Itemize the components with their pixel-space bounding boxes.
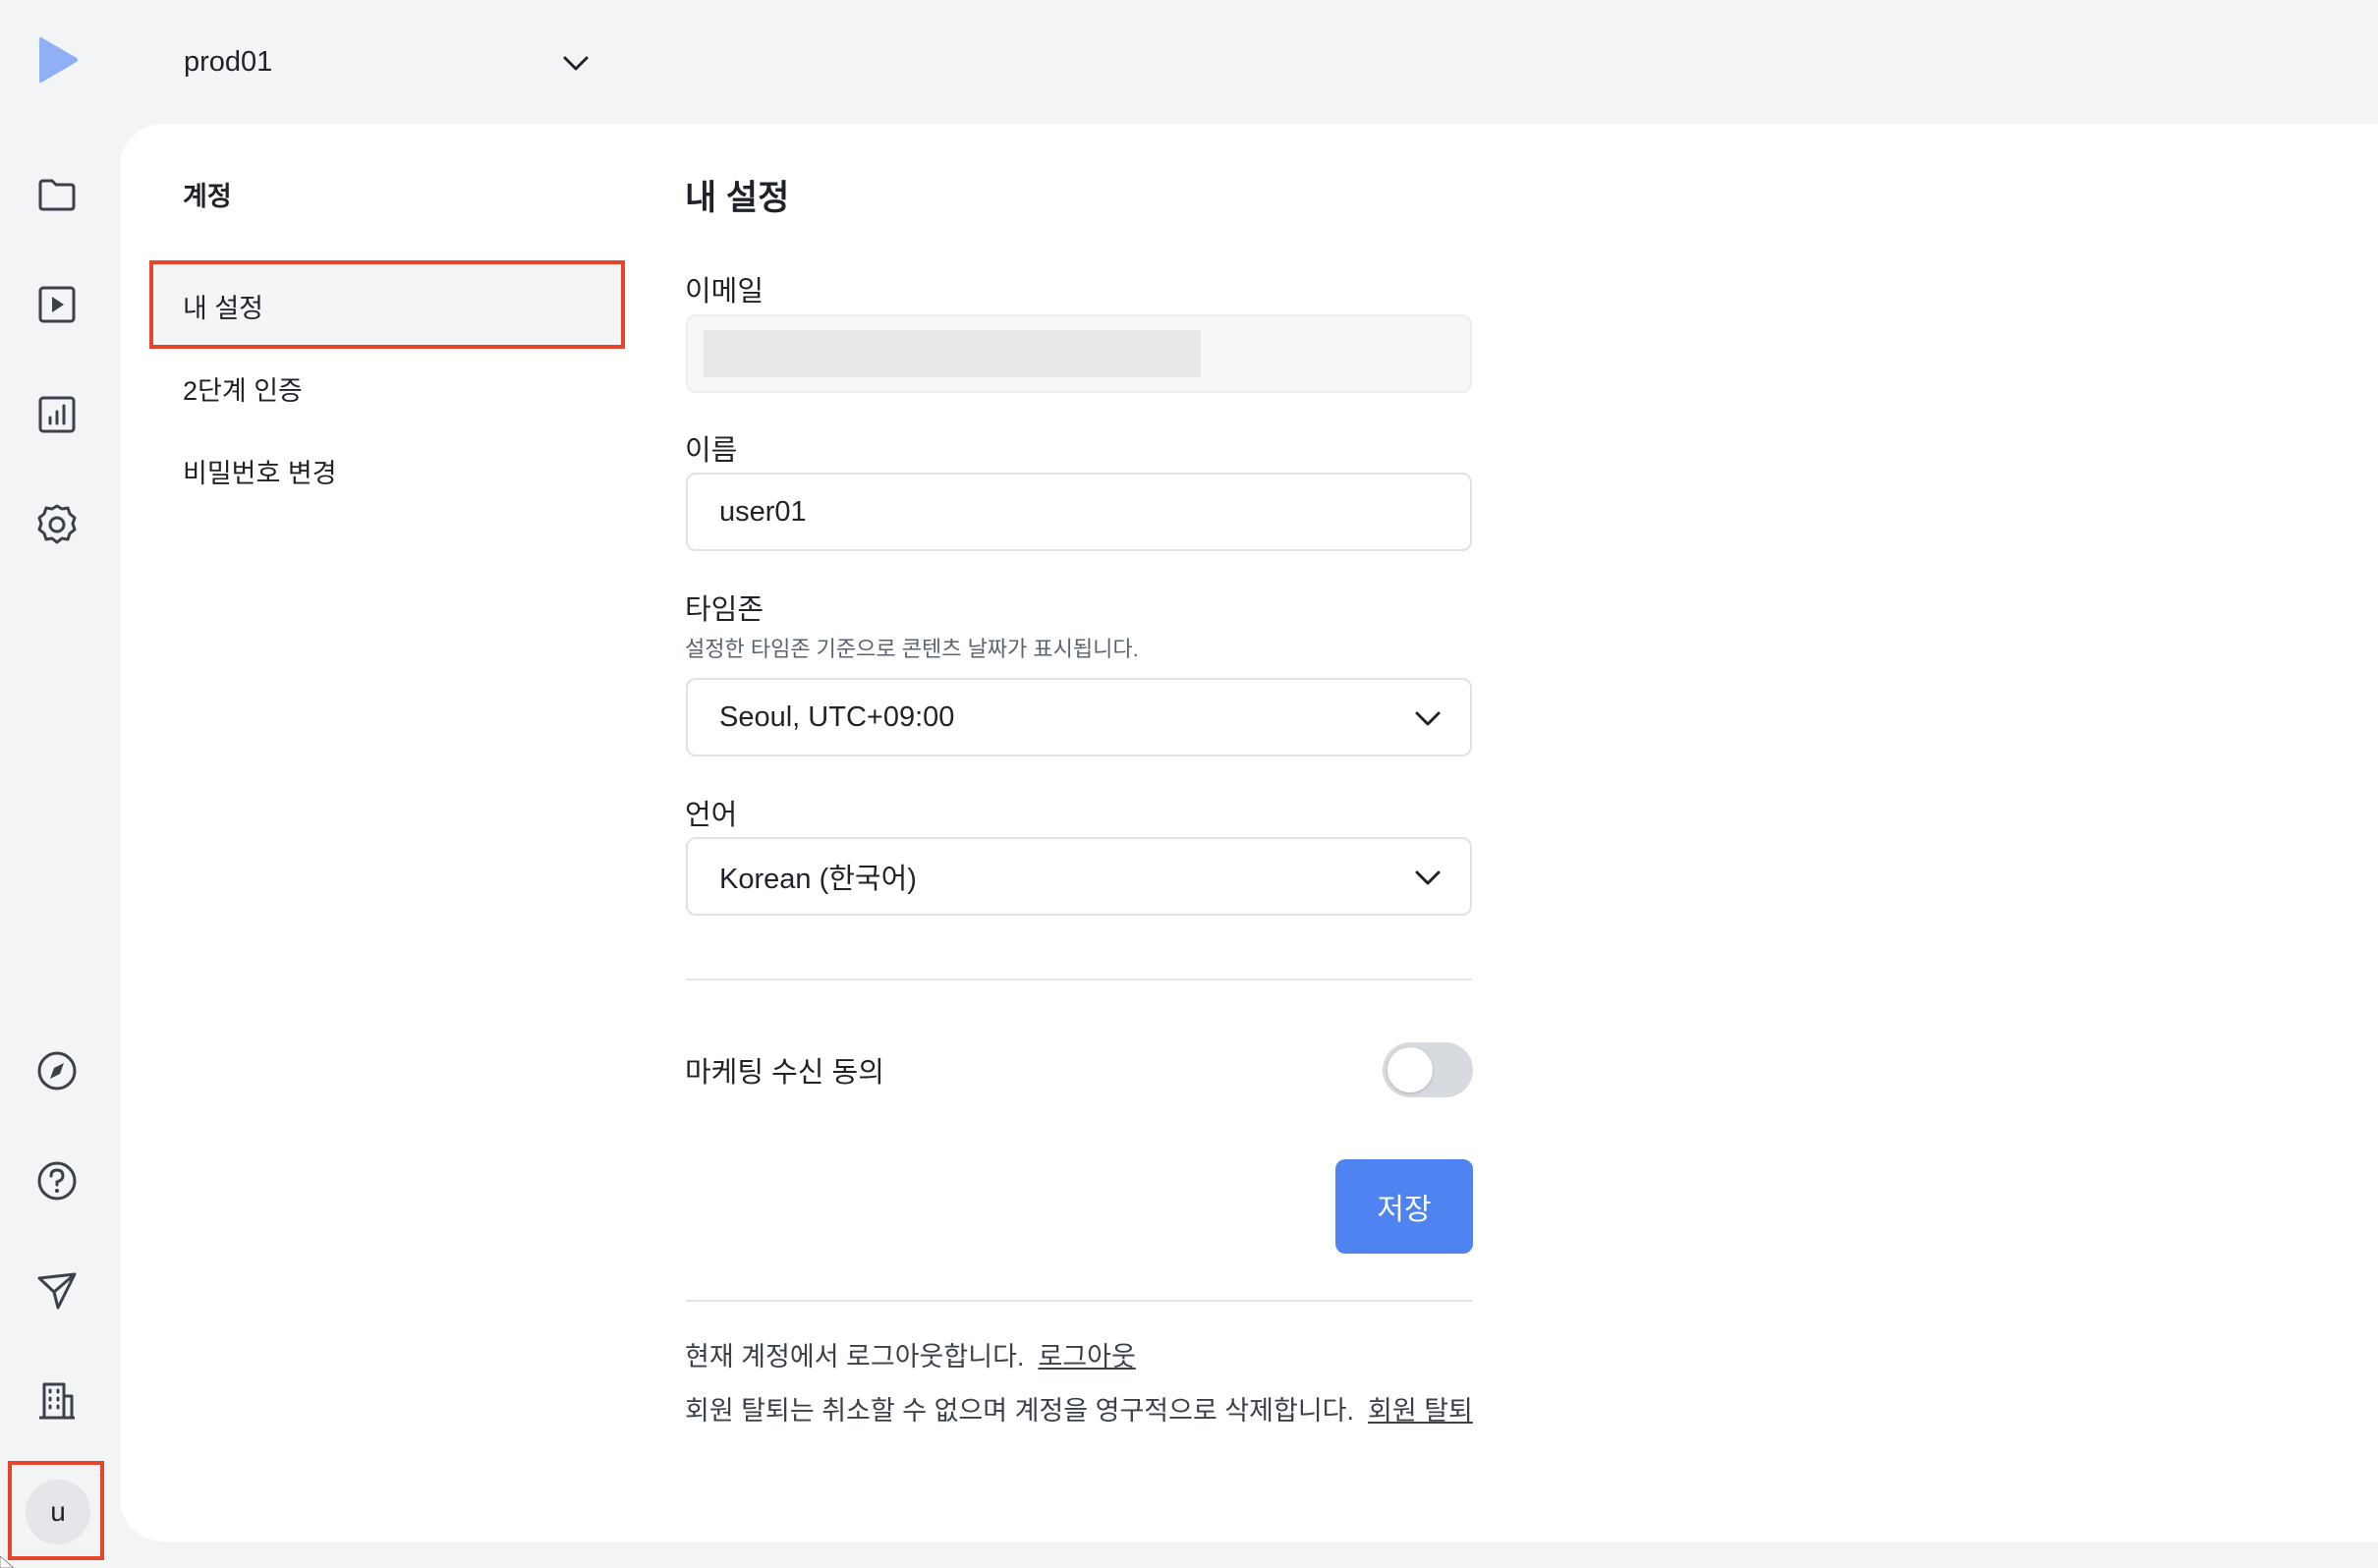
- workspace-name: prod01: [184, 45, 273, 78]
- chevron-down-icon: [1415, 711, 1441, 726]
- email-field: [686, 314, 1472, 393]
- cursor-icon: [0, 1556, 14, 1568]
- play-square-icon[interactable]: [29, 277, 85, 332]
- workspace-selector[interactable]: prod01: [184, 37, 272, 86]
- email-redacted: [704, 330, 1201, 377]
- name-label: 이름: [685, 435, 738, 467]
- help-circle-icon[interactable]: [29, 1153, 85, 1208]
- building-icon[interactable]: [29, 1373, 85, 1428]
- divider: [686, 979, 1472, 980]
- timezone-select[interactable]: Seoul, UTC+09:00: [686, 678, 1472, 756]
- marketing-consent-toggle[interactable]: [1383, 1042, 1473, 1097]
- sidebar-item-change-password[interactable]: 비밀번호 변경: [183, 452, 337, 490]
- logout-text: 현재 계정에서 로그아웃합니다.: [685, 1342, 1025, 1372]
- settings-icon[interactable]: [29, 497, 85, 552]
- name-field[interactable]: user01: [686, 473, 1472, 551]
- withdraw-text: 회원 탈퇴는 취소할 수 없으며 계정을 영구적으로 삭제합니다.: [685, 1396, 1355, 1426]
- marketing-consent-label: 마케팅 수신 동의: [685, 1057, 884, 1089]
- avatar-initial: u: [50, 1496, 66, 1527]
- compass-icon[interactable]: [29, 1043, 85, 1098]
- logout-row: 현재 계정에서 로그아웃합니다. 로그아웃: [685, 1335, 1136, 1373]
- language-label: 언어: [685, 800, 738, 831]
- language-select[interactable]: Korean (한국어): [686, 837, 1472, 916]
- logout-link[interactable]: 로그아웃: [1038, 1342, 1135, 1372]
- chevron-down-icon: [1415, 870, 1441, 885]
- bar-chart-icon[interactable]: [29, 387, 85, 442]
- folder-icon[interactable]: [29, 167, 85, 222]
- withdraw-link[interactable]: 회원 탈퇴: [1368, 1396, 1473, 1426]
- sidebar-item-2fa[interactable]: 2단계 인증: [183, 369, 303, 408]
- sidebar-item-label[interactable]: 내 설정: [183, 287, 263, 325]
- timezone-label: 타임존: [685, 594, 764, 626]
- sidebar-title: 계정: [183, 182, 232, 211]
- save-button[interactable]: 저장: [1335, 1159, 1473, 1254]
- send-icon[interactable]: [29, 1263, 85, 1318]
- email-label: 이메일: [685, 276, 764, 308]
- toggle-knob: [1387, 1047, 1433, 1092]
- timezone-value: Seoul, UTC+09:00: [719, 700, 955, 733]
- name-value: user01: [719, 495, 807, 528]
- chevron-down-icon[interactable]: [558, 45, 594, 81]
- avatar[interactable]: u: [26, 1480, 90, 1544]
- withdraw-row: 회원 탈퇴는 취소할 수 없으며 계정을 영구적으로 삭제합니다. 회원 탈퇴: [685, 1389, 1473, 1428]
- timezone-hint: 설정한 타임존 기준으로 콘텐츠 날짜가 표시됩니다.: [685, 637, 1139, 661]
- page-title: 내 설정: [685, 179, 790, 217]
- language-value: Korean (한국어): [719, 864, 917, 895]
- app-logo[interactable]: [35, 33, 81, 86]
- divider: [686, 1300, 1472, 1302]
